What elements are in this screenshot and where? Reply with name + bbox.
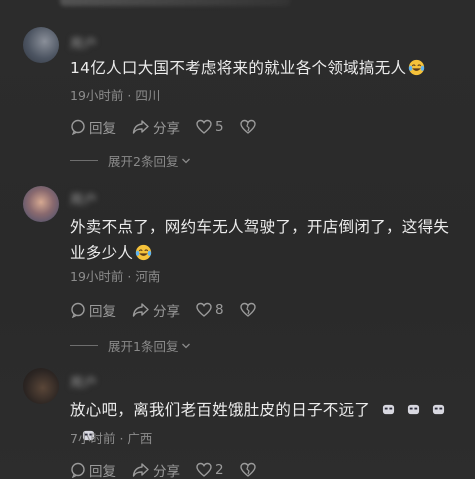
comment-location: 四川 — [135, 88, 161, 103]
laughing-tears-emoji-icon — [409, 59, 425, 76]
comment-location: 河南 — [135, 269, 161, 284]
reply-label: 回复 — [89, 464, 116, 479]
like-count: 2 — [215, 462, 224, 478]
cropped-previous-content — [60, 0, 290, 6]
comment-meta: 19小时前 · 四川 — [70, 85, 160, 104]
comment-text-content: 14亿人口大国不考虑将来的就业各个领域搞无人 — [70, 59, 407, 77]
chevron-down-icon — [182, 158, 191, 163]
chevron-down-icon — [182, 343, 191, 348]
meta-separator: · — [119, 431, 124, 446]
username[interactable]: 用户 — [70, 372, 98, 391]
comment-meta: 19小时前 · 河南 — [70, 266, 160, 285]
expand-replies-button[interactable]: 展开2条回复 — [70, 151, 191, 170]
comment-text-content: 放心吧，离我们老百姓饿肚皮的日子不远了 — [70, 401, 371, 419]
like-button[interactable]: 2 — [196, 462, 224, 478]
dislike-button[interactable] — [239, 462, 259, 478]
share-button[interactable]: 分享 — [132, 300, 180, 320]
meta-separator: · — [127, 269, 132, 284]
dislike-button[interactable] — [239, 119, 259, 135]
share-arrow-icon — [132, 120, 149, 134]
like-button[interactable]: 8 — [196, 302, 224, 318]
comment-location: 广西 — [127, 431, 153, 446]
comment-text-content: 外卖不点了，网约车无人驾驶了，开店倒闭了，这得失业多少人 — [70, 218, 450, 262]
heart-icon — [196, 302, 212, 317]
share-arrow-icon — [132, 303, 149, 317]
comment-section: 用户 14亿人口大国不考虑将来的就业各个领域搞无人 19小时前 · 四川 回复 … — [0, 0, 475, 479]
heart-icon — [196, 462, 212, 477]
comment-text[interactable]: 外卖不点了，网约车无人驾驶了，开店倒闭了，这得失业多少人 — [70, 214, 461, 266]
reply-button[interactable]: 回复 — [70, 117, 116, 137]
comment-bubble-icon — [71, 462, 85, 478]
expand-label: 展开2条回复 — [108, 154, 179, 169]
divider-line — [70, 345, 98, 346]
comment-actions: 回复 分享 2 — [70, 460, 275, 479]
comment-bubble-icon — [71, 119, 85, 135]
share-label: 分享 — [153, 464, 180, 479]
avatar[interactable] — [23, 368, 59, 404]
comment-meta: 7小时前 · 广西 — [70, 428, 152, 447]
dislike-button[interactable] — [239, 302, 259, 318]
broken-heart-icon — [239, 119, 256, 134]
comment-time: 19小时前 — [70, 269, 124, 284]
heart-icon — [196, 119, 212, 134]
reply-label: 回复 — [89, 121, 116, 137]
share-arrow-icon — [132, 463, 149, 477]
username[interactable]: 用户 — [70, 33, 98, 52]
username[interactable]: 用户 — [70, 189, 98, 208]
share-button[interactable]: 分享 — [132, 460, 180, 479]
speechless-face-emoji-icon — [383, 404, 395, 415]
avatar[interactable] — [23, 27, 59, 63]
speechless-face-emoji-icon — [433, 404, 445, 415]
expand-replies-button[interactable]: 展开1条回复 — [70, 336, 191, 355]
expand-label: 展开1条回复 — [108, 339, 179, 354]
comment-bubble-icon — [71, 302, 85, 318]
comment-time: 7小时前 — [70, 431, 116, 446]
share-label: 分享 — [153, 304, 180, 320]
like-button[interactable]: 5 — [196, 119, 224, 135]
comment-text[interactable]: 14亿人口大国不考虑将来的就业各个领域搞无人 — [70, 55, 461, 81]
reply-label: 回复 — [89, 304, 116, 320]
comment-actions: 回复 分享 8 — [70, 300, 275, 320]
like-count: 5 — [215, 119, 224, 135]
comment-time: 19小时前 — [70, 88, 124, 103]
share-label: 分享 — [153, 121, 180, 137]
speechless-face-emoji-icon — [408, 404, 420, 415]
broken-heart-icon — [239, 302, 256, 317]
comment-actions: 回复 分享 5 — [70, 117, 275, 137]
laughing-tears-emoji-icon — [136, 244, 152, 261]
reply-button[interactable]: 回复 — [70, 460, 116, 479]
meta-separator: · — [127, 88, 132, 103]
reply-button[interactable]: 回复 — [70, 300, 116, 320]
broken-heart-icon — [239, 462, 256, 477]
divider-line — [70, 160, 98, 161]
like-count: 8 — [215, 302, 224, 318]
avatar[interactable] — [23, 186, 59, 222]
share-button[interactable]: 分享 — [132, 117, 180, 137]
